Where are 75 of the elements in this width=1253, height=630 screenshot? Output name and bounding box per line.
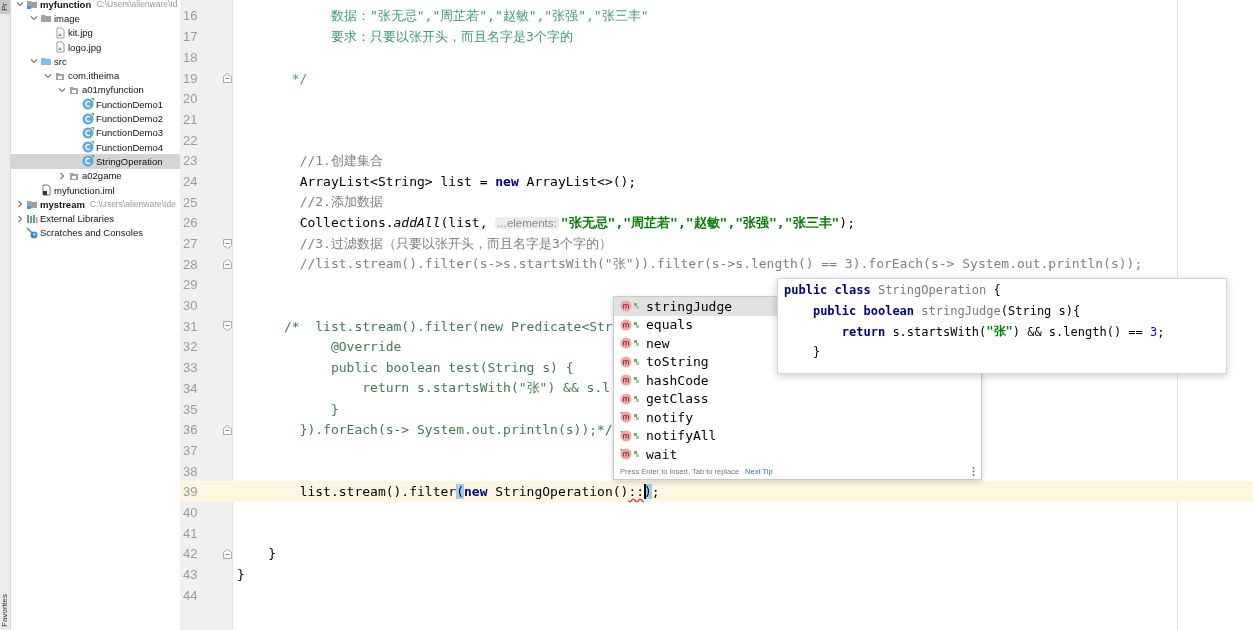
block-comment: public boolean test(String s) { — [330, 360, 574, 376]
line-number: 32 — [183, 339, 198, 355]
code-text: { — [993, 283, 1001, 298]
line-number: 44 — [183, 587, 198, 603]
block-comment: }).forEach(s-> System.out.println(s));*/ — [299, 422, 613, 438]
code-text: } — [268, 546, 277, 562]
code-text: ArrayList<>(); — [526, 173, 637, 189]
code-comment: //list.stream().filter(s->s.startsWith("张")).filter(s->s.length() == 3).forEach(s-> System.out.println(s)); — [299, 255, 1143, 274]
line-number: 18 — [183, 49, 198, 65]
string-literal: "张无忌","周芷若","赵敏","张强","张三丰" — [560, 213, 840, 232]
matched-brace: ) — [644, 484, 652, 500]
code-comment: //3.过滤数据（只要以张开头，而且名字是3个字的） — [299, 234, 612, 253]
code-text: (list, — [440, 215, 489, 231]
code-text: Collections. — [299, 215, 394, 231]
code-comment: //2.添加数据 — [299, 193, 383, 212]
line-number: 37 — [183, 442, 198, 458]
line-number: 40 — [183, 504, 198, 520]
code-keyword: public boolean — [812, 304, 916, 319]
line-number: 24 — [183, 173, 198, 189]
line-number: 41 — [183, 525, 198, 541]
line-number: 36 — [183, 422, 198, 438]
line-number: 43 — [183, 567, 198, 582]
line-number: 35 — [183, 401, 198, 417]
line-number: 20 — [183, 91, 198, 107]
code-text: StringOperation() — [495, 484, 629, 500]
line-number: 22 — [183, 132, 198, 148]
line-number: 31 — [183, 318, 198, 334]
static-method-call: addAll — [393, 215, 441, 231]
code-text: (String s){ — [1000, 304, 1081, 319]
line-number: 30 — [183, 298, 198, 314]
code-keyword: public class — [784, 283, 872, 298]
block-comment: return s.startsWith("张") && s.l — [362, 379, 611, 398]
line-number: 34 — [183, 380, 198, 396]
code-text: ; — [651, 484, 660, 500]
doc-comment: 要求：只要以张开头，而且名字是3个字的 — [330, 27, 573, 46]
code-text: ; — [1157, 324, 1165, 339]
project-path: C:\Users\alienware\Ide — [89, 199, 176, 210]
line-number: 26 — [183, 215, 198, 231]
code-keyword: return — [841, 324, 887, 339]
code-text: } — [812, 345, 821, 360]
parameter-hint: ...elements: — [495, 216, 559, 229]
line-number: 33 — [183, 360, 198, 376]
matched-brace: ( — [456, 484, 464, 500]
block-comment: } — [330, 401, 339, 417]
line-number: 28 — [183, 256, 198, 272]
code-keyword: new — [464, 484, 488, 500]
project-path: C:\Users\alienware\Id — [96, 0, 178, 10]
code-text: } — [237, 567, 245, 582]
code-text: ArrayList<String> list = — [299, 173, 489, 189]
line-number: 27 — [183, 236, 198, 251]
code-text: ) && s.length() == — [1012, 324, 1144, 339]
doc-comment: */ — [291, 70, 308, 86]
line-number: 38 — [183, 463, 198, 479]
line-number: 19 — [183, 70, 198, 86]
method-name: stringJudge — [921, 304, 1001, 319]
line-number: 42 — [183, 546, 198, 562]
code-text: ); — [839, 215, 855, 231]
line-number: 25 — [183, 194, 198, 210]
line-number: 21 — [183, 111, 198, 127]
number-literal: 3 — [1150, 324, 1158, 339]
line-number: 29 — [183, 277, 198, 293]
line-number: 39 — [183, 484, 198, 500]
line-number: 23 — [183, 153, 198, 169]
code-text: list.stream().filter — [299, 484, 457, 500]
doc-comment: 数据："张无忌","周芷若","赵敏","张强","张三丰" — [330, 6, 649, 25]
code-comment: //1.创建集合 — [299, 151, 383, 170]
code-text: s.startsWith( — [892, 324, 987, 339]
error-code: :: — [628, 484, 645, 500]
block-comment: @Override — [330, 339, 402, 355]
method-name: StringOperation — [877, 283, 987, 298]
string-literal: "张" — [986, 323, 1013, 341]
block-comment: /* list.stream().filter(new Predicate<Str — [283, 318, 613, 334]
line-number: 17 — [183, 29, 198, 45]
code-keyword: new — [495, 173, 519, 189]
line-number: 16 — [183, 8, 198, 24]
